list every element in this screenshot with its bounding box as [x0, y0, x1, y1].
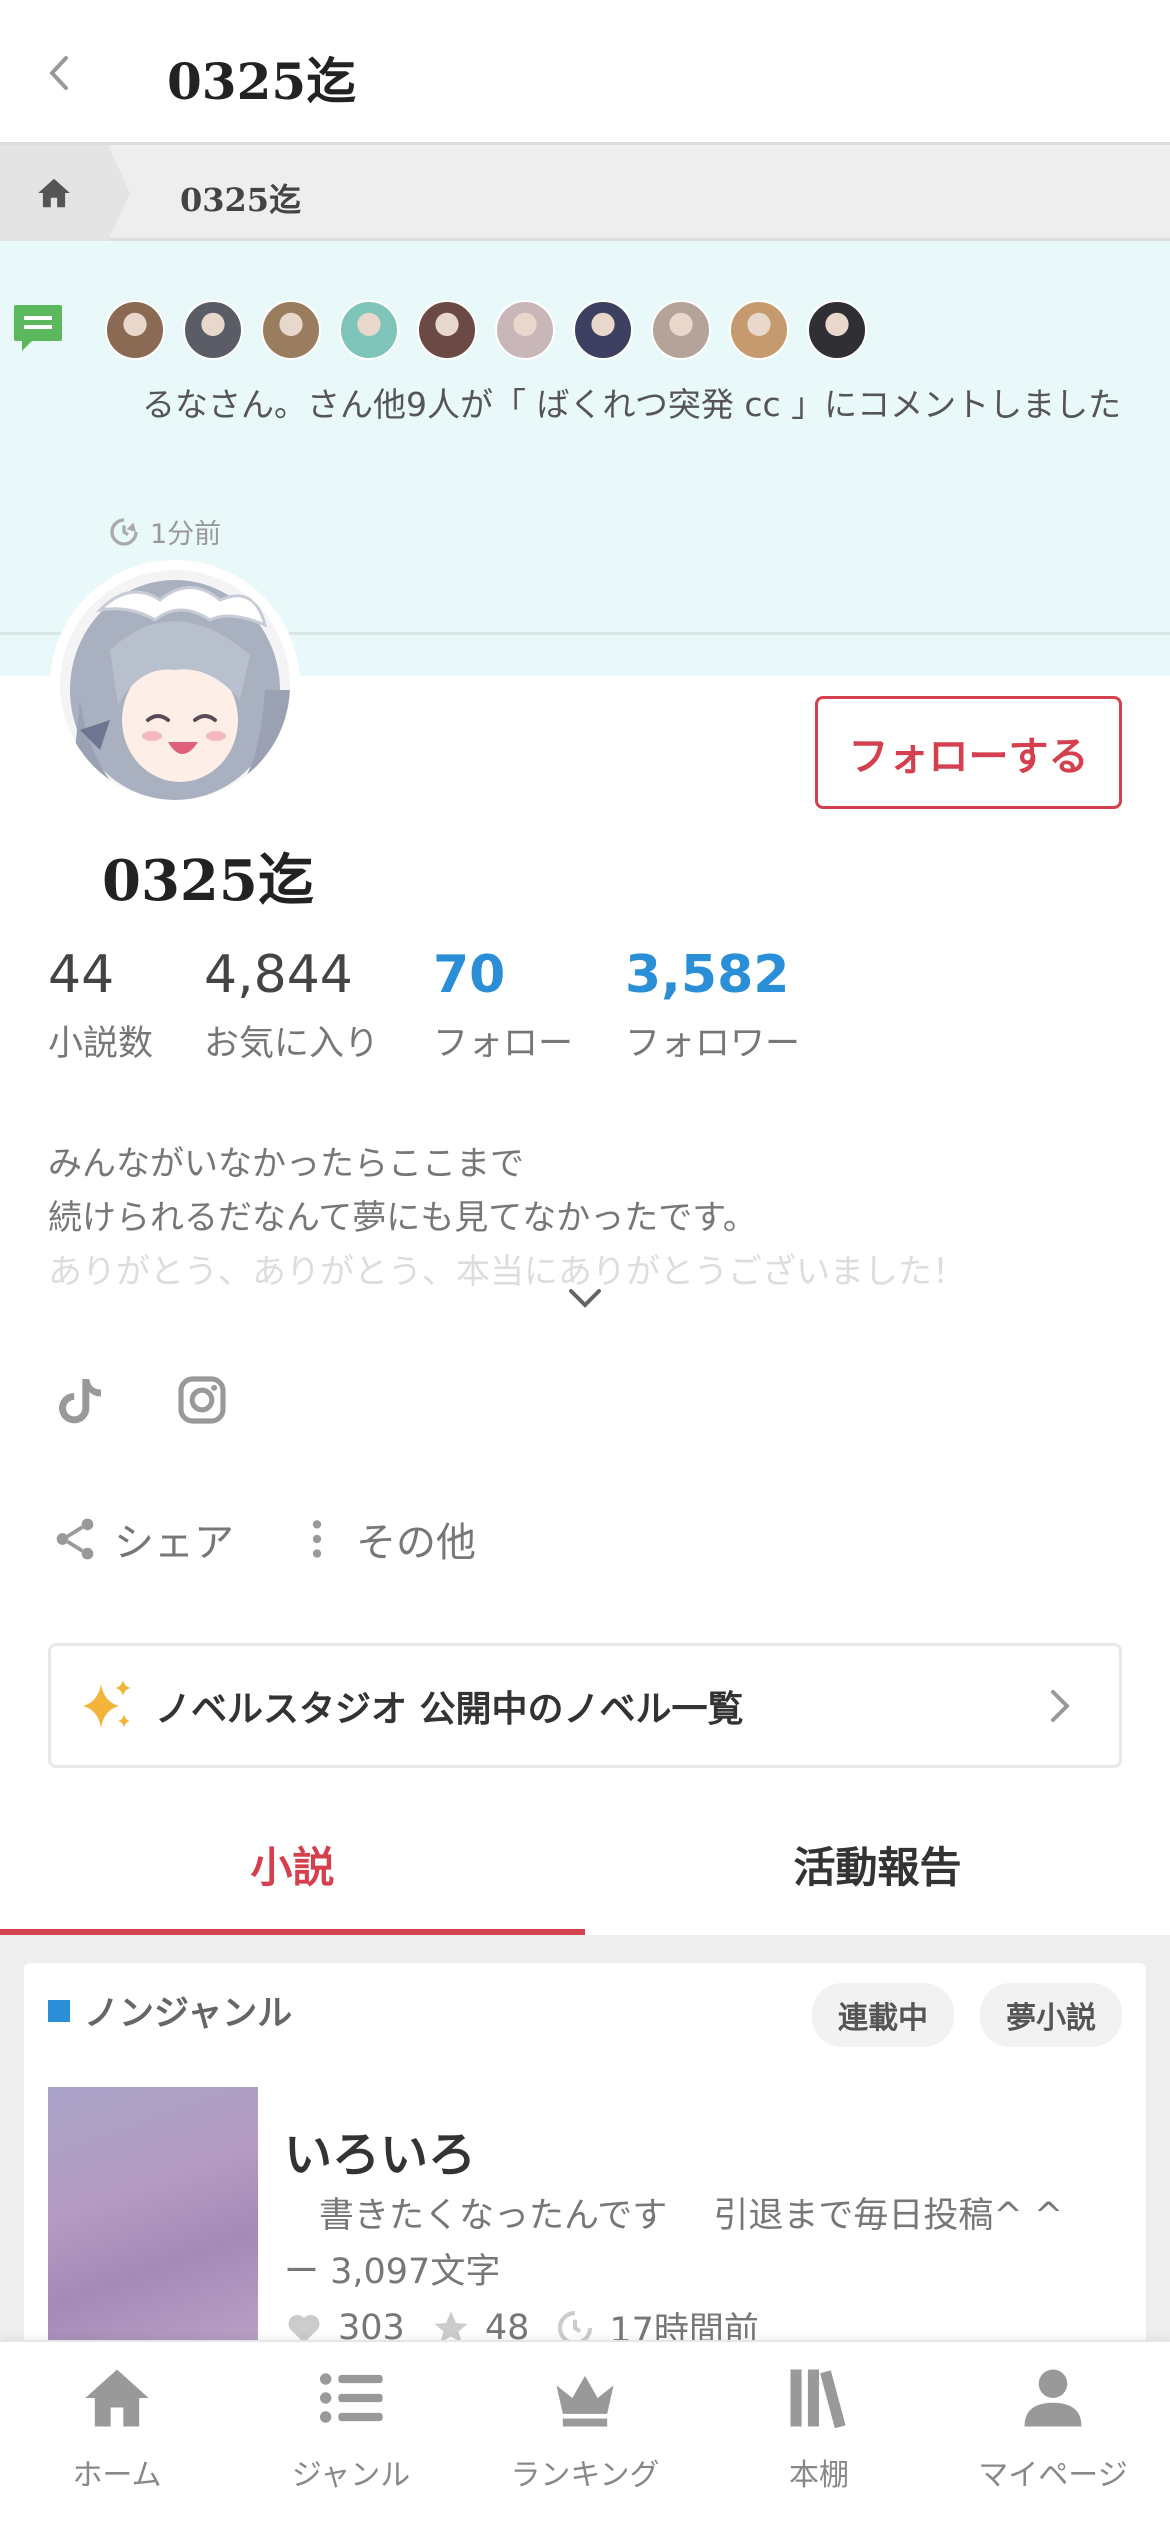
share-icon — [56, 1518, 94, 1560]
commenter-avatar[interactable] — [183, 300, 243, 360]
instagram-icon — [178, 1376, 226, 1424]
nav-bookshelf-label: 本棚 — [789, 2458, 849, 2493]
stat-followers-label: フォロワー — [625, 1024, 801, 1064]
novel-description: 書きたくなったんです 引退まで毎日投稿^ ^ ー 3,097文字 — [284, 2188, 1124, 2300]
more-label: その他 — [356, 1520, 476, 1566]
nav-home-label: ホーム — [72, 2458, 162, 2493]
follow-button[interactable]: フォローする — [815, 696, 1122, 809]
stat-favorites-label: お気に入り — [204, 1024, 380, 1064]
more-button[interactable]: その他 — [292, 1510, 476, 1568]
genre-marker — [48, 1999, 70, 2022]
profile-page: 0325迄 0325迄 るなさん。さん他9人が「 ばくれつ突発 cc 」にコメン… — [0, 0, 1170, 2532]
chevron-left-icon — [49, 55, 68, 90]
breadcrumb-home[interactable] — [0, 145, 108, 241]
profile-name: 0325迄 — [102, 848, 314, 914]
chevron-right-icon — [1051, 1690, 1070, 1722]
profile-avatar[interactable] — [50, 560, 300, 810]
breadcrumb-current: 0325迄 — [180, 181, 302, 219]
nav-genre[interactable]: ジャンル — [234, 2342, 468, 2532]
bio-line: ありがとう、ありがとう、本当にありがとうございました！ — [48, 1252, 966, 1292]
tab-activity-reports[interactable]: 活動報告 — [585, 1792, 1170, 1937]
nav-genre-label: ジャンル — [291, 2458, 411, 2493]
activity-text: るなさん。さん他9人が「 ばくれつ突発 cc 」にコメントしました — [142, 385, 1122, 424]
stat-favorites[interactable]: 4,844 お気に入り — [204, 945, 379, 1066]
nav-mypage[interactable]: マイページ — [936, 2342, 1170, 2532]
novel-genre: ノンジャンル — [48, 1985, 292, 2036]
tiktok-icon — [59, 1379, 101, 1424]
genre-label: ノンジャンル — [84, 1994, 293, 2034]
stat-followers-value: 3,582 — [625, 945, 790, 1005]
commenter-avatar[interactable] — [261, 300, 321, 360]
commenter-avatars — [105, 300, 867, 360]
profile-bio: みんながいなかったらここまで 続けられるだなんて夢にも見てなかったです。 ありが… — [48, 1137, 966, 1299]
novel-studio-label: ノベルスタジオ 公開中のノベル一覧 — [155, 1688, 744, 1730]
bio-line: 続けられるだなんて夢にも見てなかったです。 — [48, 1198, 757, 1238]
novel-cover-image[interactable] — [48, 2087, 258, 2377]
profile-stats: 44 小説数 4,844 お気に入り 70 フォロー 3,582 フォロワー — [0, 945, 1170, 1075]
stat-following[interactable]: 70 フォロー — [433, 945, 573, 1066]
category-badge: 夢小説 — [980, 1983, 1122, 2047]
novel-badges: 連載中 夢小説 — [812, 1983, 1122, 2047]
stat-novels-label: 小説数 — [48, 1024, 154, 1064]
avatar-illustration — [60, 570, 290, 800]
more-vertical-icon — [312, 1520, 322, 1558]
active-tab-indicator — [0, 1929, 585, 1935]
stat-following-value: 70 — [433, 945, 506, 1005]
content-tabs: 小説 活動報告 — [0, 1792, 1170, 1937]
nav-ranking-label: ランキング — [510, 2458, 660, 2493]
status-badge: 連載中 — [812, 1983, 954, 2047]
commenter-avatar[interactable] — [339, 300, 399, 360]
social-tiktok-link[interactable] — [52, 1372, 108, 1428]
stat-novels-value: 44 — [48, 945, 115, 1005]
clock-icon — [110, 517, 138, 546]
action-row: シェア その他 — [50, 1510, 534, 1568]
activity-time-label: 1分前 — [150, 519, 222, 550]
commenter-avatar[interactable] — [495, 300, 555, 360]
nav-mypage-label: マイページ — [978, 2458, 1128, 2493]
expand-bio-chevron-icon[interactable] — [565, 1283, 605, 1313]
sparkle-icon — [83, 1679, 131, 1728]
breadcrumb: 0325迄 — [0, 145, 1170, 241]
back-button[interactable] — [42, 40, 92, 105]
home-icon — [85, 2369, 149, 2427]
nav-ranking[interactable]: ランキング — [468, 2342, 702, 2532]
social-instagram-link[interactable] — [174, 1372, 230, 1428]
tab-novels[interactable]: 小説 — [0, 1792, 585, 1937]
bottom-navigation: ホーム ジャンル ランキング 本棚 マイページ — [0, 2340, 1170, 2532]
commenter-avatar[interactable] — [573, 300, 633, 360]
novel-studio-link[interactable]: ノベルスタジオ 公開中のノベル一覧 — [48, 1643, 1122, 1768]
activity-time: 1分前 — [108, 512, 221, 551]
share-button[interactable]: シェア — [50, 1510, 234, 1568]
stat-following-label: フォロー — [433, 1024, 574, 1064]
stat-followers[interactable]: 3,582 フォロワー — [625, 945, 800, 1066]
novel-description-text: 書きたくなったんです 引退まで毎日投稿^ ^ — [284, 2196, 1064, 2236]
breadcrumb-separator — [108, 145, 130, 241]
commenter-avatar[interactable] — [651, 300, 711, 360]
commenter-avatar[interactable] — [105, 300, 165, 360]
bio-line: みんながいなかったらここまで — [48, 1144, 524, 1184]
top-bar: 0325迄 — [0, 0, 1170, 145]
nav-bookshelf[interactable]: 本棚 — [702, 2342, 936, 2532]
stat-favorites-value: 4,844 — [204, 945, 353, 1005]
bookshelf-icon — [790, 2369, 846, 2429]
comment-icon — [14, 305, 62, 351]
crown-icon — [556, 2375, 614, 2427]
novel-title[interactable]: いろいろ — [284, 2115, 476, 2185]
share-label: シェア — [114, 1520, 234, 1566]
commenter-avatar[interactable] — [417, 300, 477, 360]
page-title: 0325迄 — [167, 52, 357, 111]
stat-novels[interactable]: 44 小説数 — [48, 945, 153, 1066]
list-icon — [319, 2373, 383, 2423]
nav-home[interactable]: ホーム — [0, 2342, 234, 2532]
user-icon — [1024, 2369, 1082, 2427]
home-icon — [38, 178, 70, 208]
commenter-avatar[interactable] — [729, 300, 789, 360]
commenter-avatar[interactable] — [807, 300, 867, 360]
novel-length: ー 3,097文字 — [284, 2252, 501, 2292]
